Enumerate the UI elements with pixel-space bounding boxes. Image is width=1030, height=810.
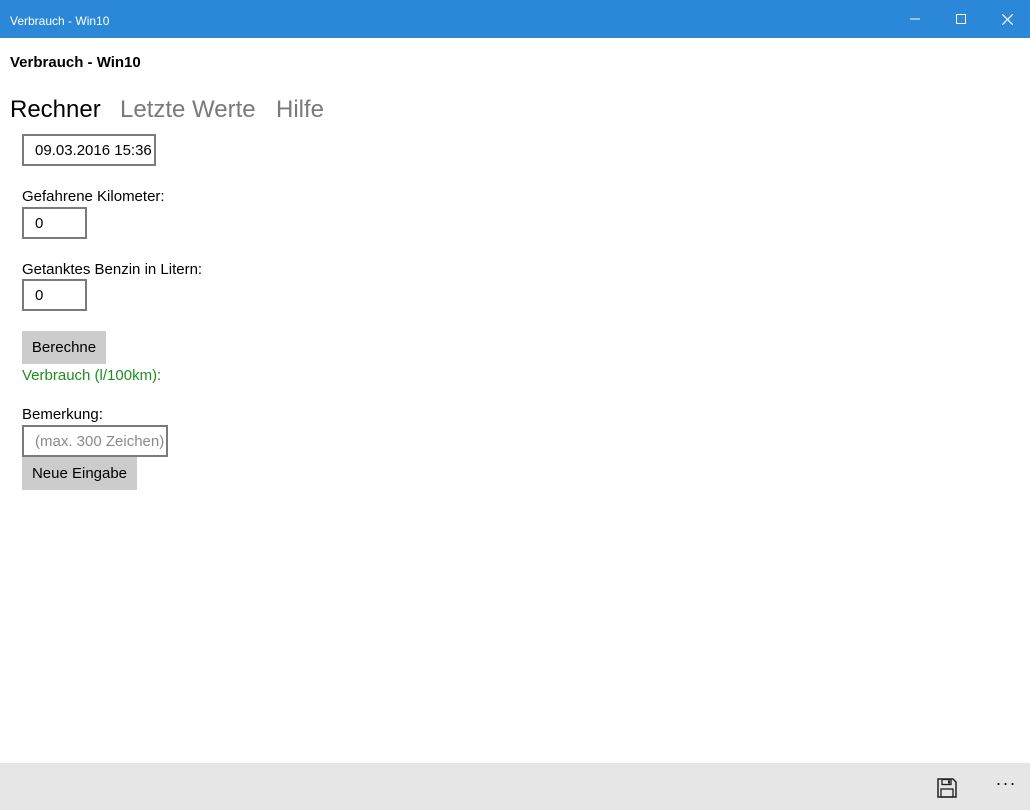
app-title: Verbrauch - Win10 <box>10 54 141 71</box>
maximize-icon <box>956 14 966 24</box>
new-entry-button[interactable]: Neue Eingabe <box>22 457 137 490</box>
date-time-field[interactable]: 09.03.2016 15:36 <box>22 134 156 166</box>
maximize-button[interactable] <box>938 0 984 38</box>
minimize-icon <box>910 18 920 20</box>
tab-hilfe[interactable]: Hilfe <box>276 96 324 124</box>
save-button[interactable] <box>931 775 963 801</box>
more-icon[interactable]: ··· <box>990 773 1022 799</box>
close-button[interactable] <box>984 0 1030 38</box>
save-icon <box>937 778 957 798</box>
title-bar: Verbrauch - Win10 <box>0 0 1030 38</box>
km-input[interactable]: 0 <box>22 207 87 239</box>
window-title: Verbrauch - Win10 <box>10 14 110 28</box>
remark-label: Bemerkung: <box>22 406 103 423</box>
remark-input[interactable]: (max. 300 Zeichen) <box>22 425 168 457</box>
tab-rechner[interactable]: Rechner <box>10 96 101 124</box>
liter-label: Getanktes Benzin in Litern: <box>22 261 203 278</box>
km-label: Gefahrene Kilometer: <box>22 188 165 205</box>
command-bar: ··· <box>0 763 1030 810</box>
tab-letzte-werte[interactable]: Letzte Werte <box>120 96 256 124</box>
minimize-button[interactable] <box>892 0 938 38</box>
close-icon <box>1001 13 1013 25</box>
calculate-button[interactable]: Berechne <box>22 331 106 364</box>
liter-input[interactable]: 0 <box>22 279 87 311</box>
consumption-result-label: Verbrauch (l/100km): <box>22 367 162 384</box>
